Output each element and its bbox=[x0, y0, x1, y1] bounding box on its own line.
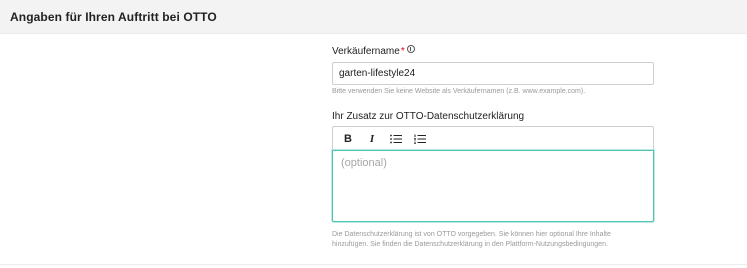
italic-button[interactable]: I bbox=[365, 132, 379, 146]
page: Angaben für Ihren Auftritt bei OTTO Verk… bbox=[0, 0, 747, 268]
privacy-addition-label: Ihr Zusatz zur OTTO-Datenschutzerklärung bbox=[332, 109, 654, 123]
section-header: Angaben für Ihren Auftritt bei OTTO bbox=[0, 0, 747, 34]
seller-name-label-text: Verkäufername bbox=[332, 45, 400, 57]
privacy-addition-label-text: Ihr Zusatz zur OTTO-Datenschutzerklärung bbox=[332, 110, 525, 122]
seller-name-label: Verkäufername * bbox=[332, 44, 654, 58]
privacy-hint-line-1: Die Datenschutzerklärung ist von OTTO vo… bbox=[332, 231, 611, 238]
seller-name-hint: Bitte verwenden Sie keine Website als Ve… bbox=[332, 88, 586, 95]
bottom-divider bbox=[0, 264, 747, 265]
numbered-list-button[interactable] bbox=[413, 132, 427, 146]
bullet-list-button[interactable] bbox=[389, 132, 403, 146]
privacy-hint-line-2: hinzufügen. Sie finden die Datenschutzer… bbox=[332, 241, 608, 248]
privacy-addition-hint: Die Datenschutzerklärung ist von OTTO vo… bbox=[332, 230, 654, 250]
bullet-list-icon bbox=[390, 134, 402, 143]
required-mark: * bbox=[400, 45, 405, 57]
bold-button[interactable]: B bbox=[341, 132, 355, 146]
section-title: Angaben für Ihren Auftritt bei OTTO bbox=[10, 10, 217, 24]
numbered-list-icon bbox=[414, 134, 426, 144]
privacy-addition-textarea[interactable] bbox=[332, 150, 654, 222]
form-column: Verkäufername * Bitte verwenden Sie kein… bbox=[332, 44, 654, 250]
info-icon[interactable] bbox=[406, 45, 415, 53]
seller-name-input[interactable] bbox=[332, 62, 654, 85]
rich-text-toolbar: B I bbox=[332, 126, 654, 150]
